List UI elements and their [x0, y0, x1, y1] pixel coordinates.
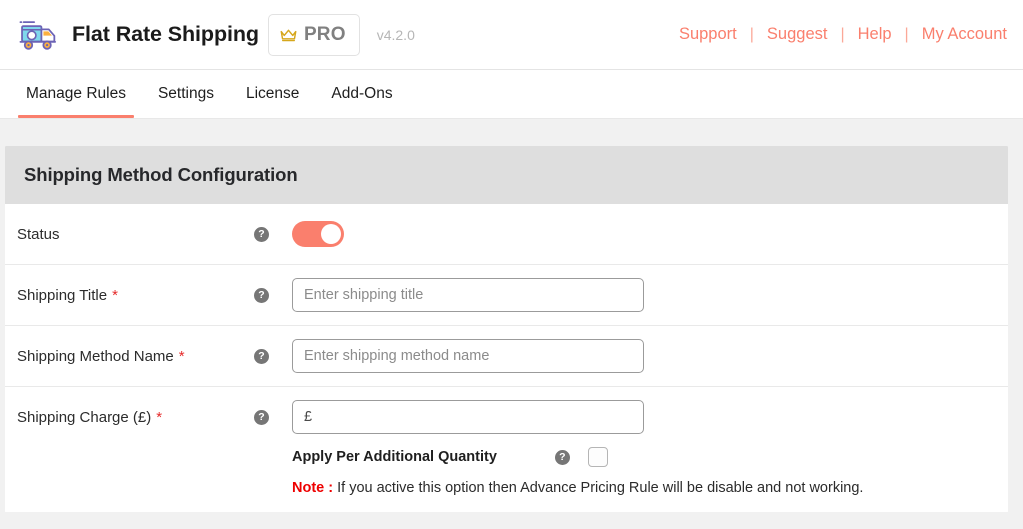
header-link-help[interactable]: Help — [856, 23, 894, 46]
panel-title: Shipping Method Configuration — [24, 164, 298, 185]
tab-label: License — [245, 85, 300, 102]
shipping-title-label: Shipping Title — [17, 286, 108, 304]
toggle-knob — [321, 224, 341, 244]
tab-manage-rules[interactable]: Manage Rules — [10, 70, 142, 118]
shipping-method-name-help-cell: ? — [254, 326, 292, 386]
header-link-support[interactable]: Support — [677, 23, 739, 46]
apply-per-additional-quantity-checkbox[interactable] — [587, 447, 608, 467]
status-label-cell: Status — [5, 204, 254, 264]
pro-badge[interactable]: PRO — [267, 13, 360, 56]
link-separator: | — [840, 25, 845, 43]
panel-header: Shipping Method Configuration — [5, 146, 1008, 204]
shipping-title-field-cell — [292, 265, 1008, 325]
shipping-charge-label-cell: Shipping Charge (£) * — [5, 387, 254, 447]
shipping-charge-help-cell: ? — [254, 387, 292, 447]
header-link-my-account[interactable]: My Account — [920, 23, 1009, 46]
note-text: If you active this option then Advance P… — [333, 480, 864, 496]
required-marker: * — [112, 286, 118, 304]
shipping-charge-field-cell — [292, 387, 1008, 447]
form-row-shipping-method-name: Shipping Method Name * ? — [5, 326, 1008, 387]
content-area: Shipping Method Configuration Status ? S… — [0, 119, 1023, 512]
help-icon[interactable]: ? — [554, 449, 570, 465]
brand: Flat Rate Shipping — [18, 18, 259, 52]
tab-navigation: Manage Rules Settings License Add-Ons — [0, 70, 1023, 119]
shipping-method-configuration-panel: Shipping Method Configuration Status ? S… — [5, 146, 1008, 512]
shipping-charge-input[interactable] — [292, 400, 644, 434]
app-header: Flat Rate Shipping PRO v4.2.0 Support | … — [0, 0, 1023, 70]
status-field-cell — [292, 204, 1008, 264]
help-icon[interactable]: ? — [254, 348, 269, 364]
status-help-cell: ? — [254, 204, 292, 264]
form-row-shipping-charge: Shipping Charge (£) * ? Apply Per Additi… — [5, 387, 1008, 512]
status-toggle[interactable] — [292, 221, 344, 247]
shipping-charge-label: Shipping Charge (£) — [17, 408, 152, 426]
required-marker: * — [178, 347, 185, 365]
shipping-method-name-input[interactable] — [292, 339, 644, 373]
pro-label: PRO — [303, 23, 346, 45]
status-label: Status — [17, 225, 60, 243]
apply-per-additional-quantity-line: Apply Per Additional Quantity ? — [292, 447, 1008, 467]
required-marker: * — [156, 408, 163, 426]
shipping-method-name-field-cell — [292, 326, 1008, 386]
note-prefix: Note : — [292, 480, 334, 496]
apply-per-additional-quantity-help-cell: ? — [554, 449, 570, 465]
shipping-method-name-label: Shipping Method Name — [17, 347, 174, 365]
shipping-title-input[interactable] — [292, 278, 644, 312]
shipping-title-label-cell: Shipping Title * — [5, 265, 254, 325]
link-separator: | — [749, 25, 754, 43]
tab-label: Manage Rules — [26, 85, 126, 102]
shipping-title-help-cell: ? — [254, 265, 292, 325]
help-icon[interactable]: ? — [254, 287, 269, 303]
tab-settings[interactable]: Settings — [142, 70, 230, 118]
version-label: v4.2.0 — [376, 26, 415, 43]
apply-per-additional-quantity-label: Apply Per Additional Quantity — [292, 449, 497, 465]
form-row-status: Status ? — [5, 204, 1008, 265]
tab-license[interactable]: License — [230, 70, 315, 118]
delivery-truck-icon — [19, 20, 57, 50]
link-separator: | — [904, 25, 909, 43]
apply-per-additional-quantity-block: Apply Per Additional Quantity ? Note : I… — [5, 447, 1008, 512]
apply-per-additional-quantity-note: Note : If you active this option then Ad… — [292, 480, 1008, 496]
tab-add-ons[interactable]: Add-Ons — [315, 70, 408, 118]
tab-label: Settings — [157, 85, 214, 102]
app-title: Flat Rate Shipping — [72, 22, 259, 46]
shipping-method-name-label-cell: Shipping Method Name * — [5, 326, 254, 386]
tab-label: Add-Ons — [331, 85, 393, 102]
header-link-suggest[interactable]: Suggest — [765, 23, 830, 46]
header-links: Support | Suggest | Help | My Account — [677, 23, 1009, 46]
help-icon[interactable]: ? — [254, 409, 269, 425]
crown-icon — [280, 29, 297, 41]
form-row-shipping-title: Shipping Title * ? — [5, 265, 1008, 326]
help-icon[interactable]: ? — [254, 226, 269, 242]
